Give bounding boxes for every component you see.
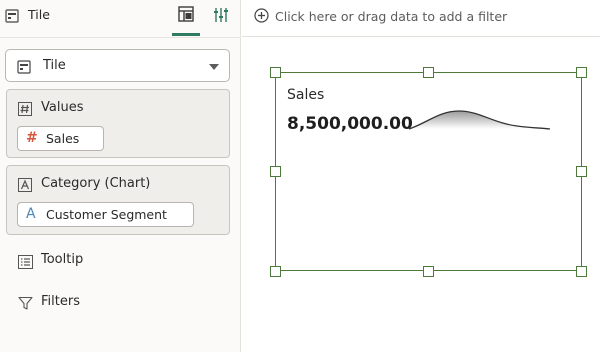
panel-header: Tile [0,0,241,38]
hash-box-icon [18,101,32,120]
resize-handle-bottom-right[interactable] [576,266,587,277]
filter-bar[interactable]: Click here or drag data to add a filter [242,0,600,37]
category-zone-title: Category (Chart) [41,176,151,191]
funnel-icon [18,296,33,315]
active-tab-indicator [172,33,200,36]
sales-measure-pill[interactable]: # Sales [17,126,104,151]
visualization-type-value: Tile [43,58,66,73]
measure-hash-icon: # [26,130,38,146]
sliders-icon [214,8,228,22]
resize-handle-bottom[interactable] [423,266,434,277]
values-zone-title: Values [41,100,84,115]
sparkline-chart [408,110,551,130]
chevron-down-icon[interactable] [209,64,219,70]
resize-handle-top-left[interactable] [270,67,281,78]
filters-label: Filters [41,294,80,309]
resize-handle-top[interactable] [423,67,434,78]
resize-handle-right[interactable] [576,166,587,177]
plus-circle-icon[interactable] [254,8,269,27]
tab-layout[interactable] [172,0,200,38]
tile-measure-name: Sales [287,87,325,103]
letter-a-box-icon [18,177,32,196]
layout-panel-icon [178,6,194,22]
pill-label: Customer Segment [46,207,167,222]
tile-icon [5,8,19,23]
values-drop-zone[interactable]: Values # Sales [6,89,230,158]
category-drop-zone[interactable]: Category (Chart) A Customer Segment [6,165,230,235]
attribute-a-icon: A [26,206,36,222]
tile-measure-value: 8,500,000.00 [287,114,413,134]
tile-icon [17,59,31,78]
filter-bar-hint[interactable]: Click here or drag data to add a filter [275,9,507,24]
tooltip-label: Tooltip [41,252,84,267]
tab-properties[interactable] [212,6,230,24]
visualization-type-select[interactable]: Tile [5,49,230,82]
panel-title: Tile [28,7,50,22]
grammar-panel: Tile Tile Values # Sales Category (Chart… [0,0,241,352]
pill-label: Sales [46,131,80,146]
resize-handle-left[interactable] [270,166,281,177]
resize-handle-bottom-left[interactable] [270,266,281,277]
canvas: Sales 8,500,000.00 [242,38,600,352]
list-icon [18,254,33,273]
resize-handle-top-right[interactable] [576,67,587,78]
tile-visualization[interactable]: Sales 8,500,000.00 [275,72,582,271]
customer-segment-pill[interactable]: A Customer Segment [17,202,194,227]
